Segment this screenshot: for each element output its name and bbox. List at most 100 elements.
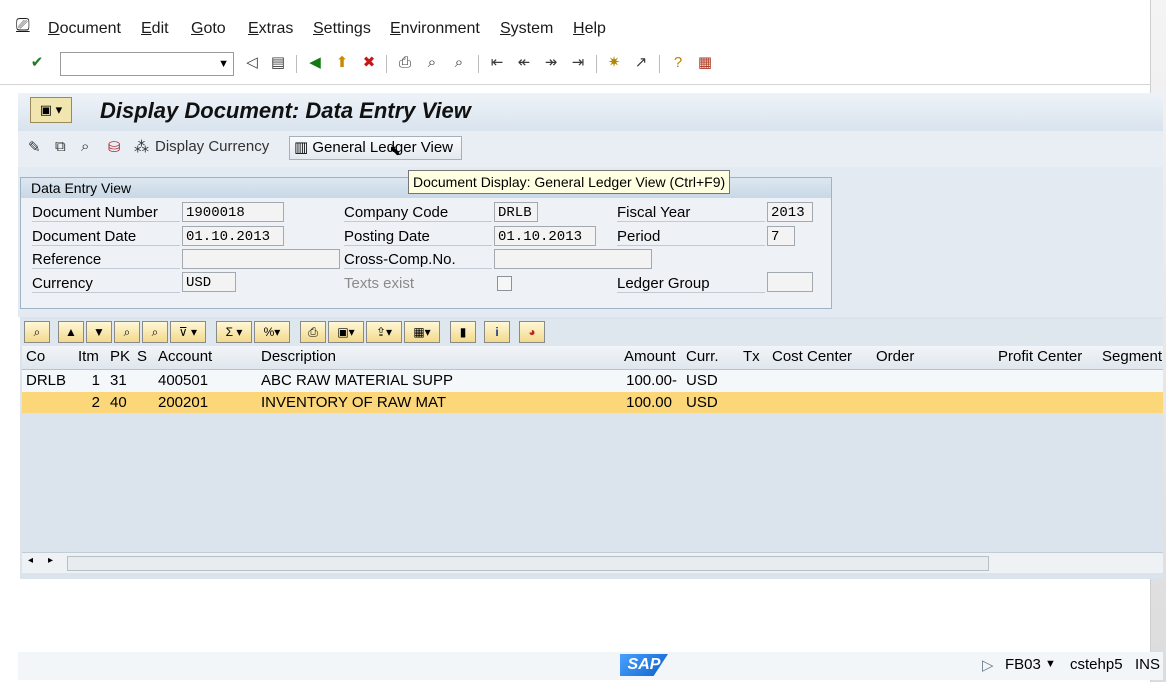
display-change-icon[interactable]: ✎	[28, 138, 41, 156]
column-header-curr[interactable]: Curr.	[686, 348, 719, 365]
status-expand-icon[interactable]: ▷	[982, 656, 994, 674]
currency-field[interactable]: USD	[182, 272, 236, 292]
column-header-profit-center[interactable]: Profit Center	[998, 348, 1082, 365]
cell-pk: 31	[110, 372, 127, 389]
column-header-order[interactable]: Order	[876, 348, 914, 365]
document-date-field[interactable]: 01.10.2013	[182, 226, 284, 246]
sort-descending-icon[interactable]: ▼	[86, 321, 112, 343]
overview-icon[interactable]: ⧉	[55, 138, 66, 155]
last-page-icon[interactable]: ⇥	[568, 53, 588, 73]
command-field[interactable]: ▼	[60, 52, 234, 76]
details-icon[interactable]: ⌕	[24, 321, 50, 343]
subtotal-icon[interactable]: %▾	[254, 321, 290, 343]
scroll-right-icon[interactable]: ▸	[48, 555, 53, 566]
display-currency-button[interactable]: Display Currency	[155, 138, 269, 155]
column-header-co[interactable]: Co	[26, 348, 45, 365]
views-icon[interactable]: ▣▾	[328, 321, 364, 343]
exit-icon[interactable]: ⬆	[332, 53, 352, 73]
ledger-group-field[interactable]	[767, 272, 813, 292]
menu-system[interactable]: System	[500, 20, 553, 38]
find-next-icon[interactable]: ⌕	[142, 321, 168, 343]
menu-settings[interactable]: Settings	[313, 20, 371, 38]
sort-ascending-icon[interactable]: ▲	[58, 321, 84, 343]
cell-amount: 100.00	[626, 394, 672, 411]
prev-page-icon[interactable]: ↞	[514, 53, 534, 73]
reference-field[interactable]	[182, 249, 340, 269]
chevron-down-icon[interactable]: ▼	[218, 53, 229, 75]
enter-check-icon[interactable]: ✔	[27, 53, 47, 73]
back-green-icon[interactable]: ◀	[305, 53, 325, 73]
transaction-code: FB03	[1005, 656, 1041, 673]
first-page-icon[interactable]: ⇤	[487, 53, 507, 73]
scroll-left-icon[interactable]: ◂	[28, 555, 33, 566]
find-next-icon[interactable]: ⌕	[449, 53, 469, 73]
next-page-icon[interactable]: ↠	[541, 53, 561, 73]
help-icon[interactable]: ?	[668, 53, 688, 73]
system-menu-icon[interactable]: ⎚	[16, 15, 30, 35]
cell-curr: USD	[686, 372, 718, 389]
column-header-segment[interactable]: Segment	[1102, 348, 1162, 365]
period-field[interactable]: 7	[767, 226, 795, 246]
create-session-icon[interactable]: ✷	[604, 53, 624, 73]
menu-extras[interactable]: Extras	[248, 20, 293, 38]
save-icon[interactable]: ▤	[268, 53, 288, 73]
menu-environment[interactable]: Environment	[390, 20, 480, 38]
column-header-itm[interactable]: Itm	[78, 348, 99, 365]
cross-comp-field[interactable]	[494, 249, 652, 269]
shortcut-icon[interactable]: ↗	[631, 53, 651, 73]
display-currency-icon[interactable]: ⁂	[134, 138, 149, 156]
document-date-label: Document Date	[32, 228, 180, 246]
reference-label: Reference	[32, 251, 180, 269]
general-ledger-view-button[interactable]: ▥ General Ledger View	[289, 136, 463, 160]
document-number-field[interactable]: 1900018	[182, 202, 284, 222]
company-code-field[interactable]: DRLB	[494, 202, 538, 222]
posting-date-field[interactable]: 01.10.2013	[494, 226, 596, 246]
column-header-s[interactable]: S	[137, 348, 147, 365]
period-label: Period	[617, 228, 765, 246]
texts-exist-checkbox[interactable]	[497, 276, 512, 291]
find-icon[interactable]: ⌕	[114, 321, 140, 343]
abc-analysis-icon[interactable]: ▮	[450, 321, 476, 343]
table-row[interactable]: DRLB 1 31 400501 ABC RAW MATERIAL SUPP 1…	[22, 370, 1163, 393]
filter-icon[interactable]: ⊽ ▾	[170, 321, 206, 343]
back-triangle-icon[interactable]: ◁	[242, 53, 262, 73]
table-row-selected[interactable]: 2 40 200201 INVENTORY OF RAW MAT 100.00 …	[22, 392, 1163, 415]
menu-document[interactable]: Document	[48, 20, 121, 38]
menu-help[interactable]: Help	[573, 20, 606, 38]
find-icon[interactable]: ⌕	[422, 53, 442, 73]
menu-bar: ⎚ Document Edit Goto Extras Settings Env…	[0, 10, 1150, 44]
graphic-icon[interactable]: ◕	[519, 321, 545, 343]
document-display-icon[interactable]: ▣ ▾	[30, 97, 72, 123]
export-icon[interactable]: ⇪▾	[366, 321, 402, 343]
print-icon[interactable]: ⎙	[395, 53, 415, 73]
cell-pk: 40	[110, 394, 127, 411]
ledger-group-label: Ledger Group	[617, 275, 765, 293]
column-header-description[interactable]: Description	[261, 348, 336, 365]
sap-window: ⎚ Document Edit Goto Extras Settings Env…	[0, 0, 1166, 682]
table-header: Co Itm PK S Account Description Amount C…	[22, 346, 1163, 370]
column-header-tx[interactable]: Tx	[743, 348, 760, 365]
search-icon[interactable]: ⌕	[81, 138, 89, 155]
info-icon[interactable]: i	[484, 321, 510, 343]
cancel-icon[interactable]: ✖	[359, 53, 379, 73]
customize-layout-icon[interactable]: ▦	[695, 53, 715, 73]
fiscal-year-label: Fiscal Year	[617, 204, 765, 222]
toolbar-separator	[659, 55, 660, 73]
total-icon[interactable]: Σ ▾	[216, 321, 252, 343]
print-preview-icon[interactable]: ⎙	[300, 321, 326, 343]
layout-icon[interactable]: ▦▾	[404, 321, 440, 343]
horizontal-scrollbar[interactable]: ◂ ▸	[22, 552, 1163, 573]
column-header-pk[interactable]: PK	[110, 348, 130, 365]
page-title: Display Document: Data Entry View	[100, 98, 471, 123]
fiscal-year-field[interactable]: 2013	[767, 202, 813, 222]
currency-label: Currency	[32, 275, 180, 293]
chevron-down-icon[interactable]: ▼	[1045, 658, 1056, 670]
scrollbar-thumb[interactable]	[67, 556, 989, 571]
cell-itm: 1	[91, 372, 100, 389]
menu-edit[interactable]: Edit	[141, 20, 169, 38]
column-header-account[interactable]: Account	[158, 348, 212, 365]
column-header-cost-center[interactable]: Cost Center	[772, 348, 852, 365]
menu-goto[interactable]: Goto	[191, 20, 226, 38]
taxes-icon[interactable]: ⛁	[108, 138, 121, 156]
column-header-amount[interactable]: Amount	[624, 348, 676, 365]
